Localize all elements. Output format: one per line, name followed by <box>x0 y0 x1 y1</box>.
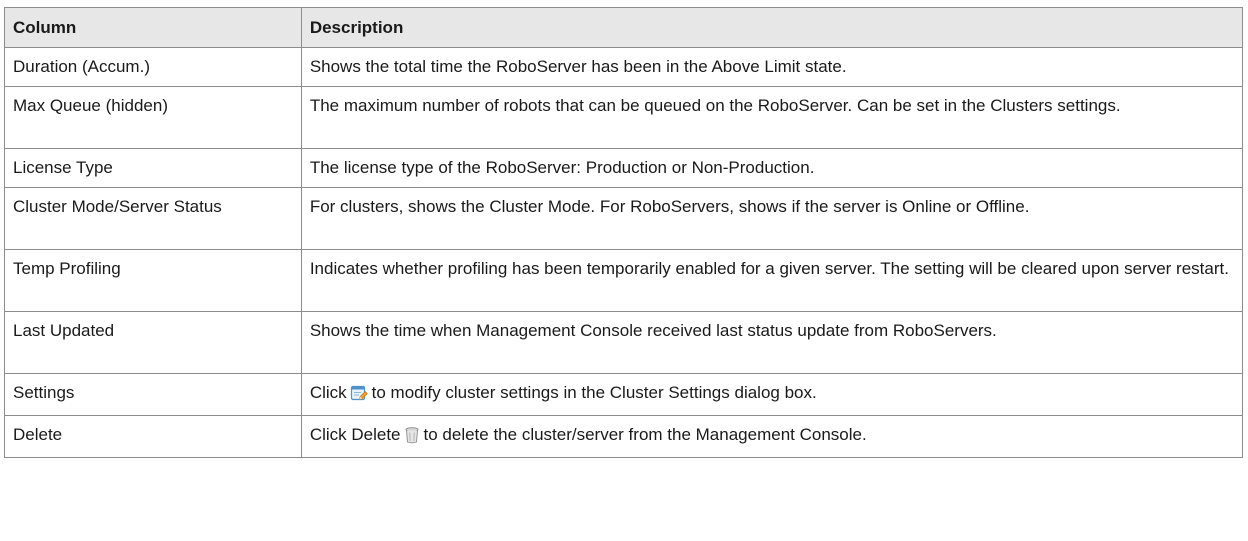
document-page: Column Description Duration (Accum.) Sho… <box>0 0 1248 541</box>
table-row: Duration (Accum.) Shows the total time t… <box>4 47 1244 87</box>
cell-column: Settings <box>4 373 302 416</box>
edit-settings-icon <box>350 384 368 408</box>
description-text-before: Click <box>309 383 347 402</box>
header-column: Column <box>4 7 302 48</box>
description-text-after: to modify cluster settings in the Cluste… <box>371 383 817 402</box>
table-header-row: Column Description <box>4 7 1244 48</box>
table-row: Settings Click to modify cluster setting… <box>4 373 1244 416</box>
cell-description: Click to modify cluster settings in the … <box>300 373 1244 416</box>
cell-description: For clusters, shows the Cluster Mode. Fo… <box>300 187 1244 250</box>
columns-table: Column Description Duration (Accum.) Sho… <box>4 7 1244 458</box>
table-row: Delete Click Delete to delete the cluste… <box>4 415 1244 458</box>
cell-column: Cluster Mode/Server Status <box>4 187 302 250</box>
cell-column: Temp Profiling <box>4 249 302 312</box>
table-row: Cluster Mode/Server Status For clusters,… <box>4 187 1244 250</box>
header-description: Description <box>300 7 1244 48</box>
description-text-before: Click Delete <box>309 425 401 444</box>
table-row: Last Updated Shows the time when Managem… <box>4 311 1244 374</box>
cell-description: Shows the total time the RoboServer has … <box>300 47 1244 87</box>
cell-description: Click Delete to delete the cluster/serve… <box>300 415 1244 458</box>
cell-description: Shows the time when Management Console r… <box>300 311 1244 374</box>
cell-column: Max Queue (hidden) <box>4 86 302 149</box>
cell-column: Duration (Accum.) <box>4 47 302 87</box>
cell-column: License Type <box>4 148 302 188</box>
description-text-after: to delete the cluster/server from the Ma… <box>423 425 867 444</box>
cell-description: The license type of the RoboServer: Prod… <box>300 148 1244 188</box>
table-row: License Type The license type of the Rob… <box>4 148 1244 188</box>
cell-description: Indicates whether profiling has been tem… <box>300 249 1244 312</box>
table-row: Temp Profiling Indicates whether profili… <box>4 249 1244 312</box>
cell-column: Last Updated <box>4 311 302 374</box>
cell-description: The maximum number of robots that can be… <box>300 86 1244 149</box>
trash-icon <box>404 426 420 450</box>
cell-column: Delete <box>4 415 302 458</box>
table-row: Max Queue (hidden) The maximum number of… <box>4 86 1244 149</box>
